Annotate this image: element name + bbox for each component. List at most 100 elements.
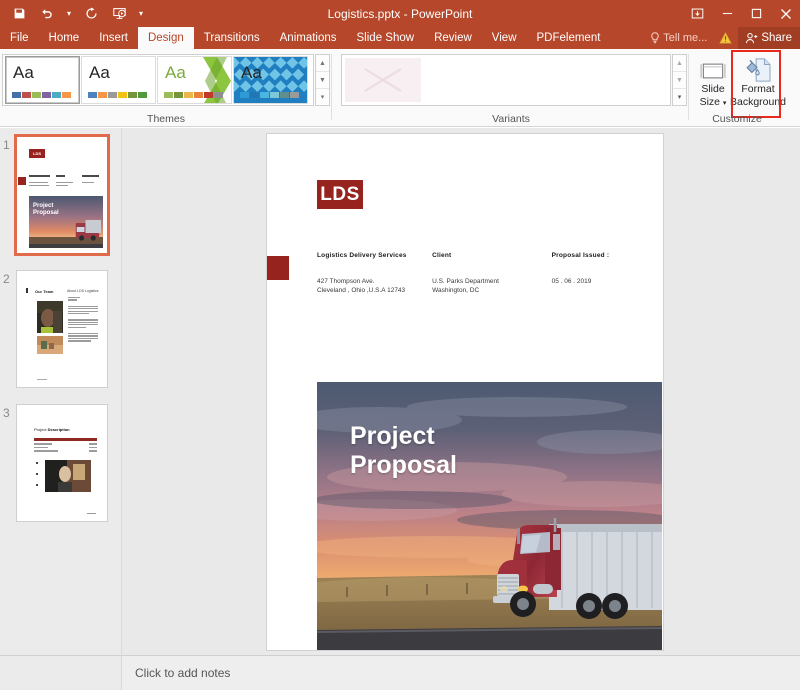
company-address-line2: Cleveland , Ohio ,U.S.A 12743 [317, 286, 432, 295]
notes-pane[interactable]: Click to add notes [122, 655, 800, 690]
slide-size-icon [700, 55, 726, 82]
current-slide[interactable]: LDS Logistics Delivery Services 427 Thom… [266, 133, 664, 651]
theme-office-theme[interactable]: Aa [5, 56, 80, 104]
mini-bullets [36, 462, 38, 495]
undo-icon[interactable] [34, 2, 60, 26]
tab-animations[interactable]: Animations [270, 27, 347, 49]
tab-file[interactable]: File [0, 27, 39, 49]
mini-text-columns [29, 175, 103, 188]
ribbon-group-variants: ▲ ▼ ▾ Variants [333, 49, 689, 127]
slide-thumbnail-pane[interactable]: 1 LDS [0, 128, 122, 655]
tab-view[interactable]: View [482, 27, 527, 49]
tab-insert[interactable]: Insert [89, 27, 138, 49]
mini-subheading: About LDS Logistics [67, 289, 99, 293]
mini-accent-bar [26, 288, 28, 293]
client-heading: Client [432, 252, 552, 259]
company-heading: Logistics Delivery Services [317, 252, 432, 259]
maximize-button[interactable] [742, 0, 771, 27]
tell-me-label: Tell me... [663, 32, 707, 44]
theme-preview-text: Aa [13, 63, 34, 83]
thumbnail-slide-2[interactable]: 2 Our Team About LDS Logistics [0, 270, 121, 392]
thumbnail-number: 3 [3, 406, 10, 420]
company-info-block[interactable]: Logistics Delivery Services 427 Thompson… [317, 252, 432, 295]
client-info-block[interactable]: Client U.S. Parks Department Washington,… [432, 252, 552, 295]
tab-design[interactable]: Design [138, 27, 194, 49]
save-icon[interactable] [6, 2, 32, 26]
mini-photo-bottom [37, 336, 63, 354]
slide-size-label-line1: Slide [701, 84, 724, 95]
variants-gallery-scrollbar[interactable]: ▲ ▼ ▾ [672, 54, 687, 106]
quick-access-toolbar: ▾ ▾ [0, 0, 148, 27]
themes-gallery[interactable]: Aa Aa Aa [2, 54, 314, 106]
warning-icon[interactable] [713, 27, 738, 49]
format-background-icon [744, 55, 772, 82]
mini-heading: Our Team [35, 289, 53, 294]
mini-heading: Project Description [34, 427, 70, 432]
lds-logo[interactable]: LDS [317, 180, 363, 209]
thumbnail-canvas[interactable]: Project Description [16, 404, 108, 522]
ribbon-group-customize: Slide Size ▾ Format Backgrou [690, 49, 784, 127]
variants-scroll-up-button[interactable]: ▲ [673, 55, 686, 72]
thumbnail-slide-3[interactable]: 3 Project Description [0, 404, 121, 526]
proposal-issued-block[interactable]: Proposal Issued : 05 . 06 . 2019 [552, 252, 649, 295]
variant-thumbnail-missing[interactable] [345, 58, 421, 102]
tab-transitions[interactable]: Transitions [194, 27, 270, 49]
thumbnail-canvas[interactable]: LDS [14, 134, 110, 256]
variants-gallery[interactable] [341, 54, 671, 106]
tab-review[interactable]: Review [424, 27, 482, 49]
close-button[interactable] [771, 0, 800, 27]
thumbnail-number: 1 [3, 138, 10, 152]
variants-more-button[interactable]: ▾ [673, 89, 686, 105]
theme-green-theme[interactable]: Aa [157, 56, 232, 104]
mini-body-text [68, 297, 98, 343]
theme-pattern-theme[interactable]: Aa [233, 56, 308, 104]
thumbnail-slide-1[interactable]: 1 LDS [0, 136, 121, 258]
variants-group-label: Variants [333, 113, 689, 125]
mini-photo [45, 460, 91, 492]
format-background-button[interactable]: Format Background [735, 52, 781, 109]
group-divider [331, 54, 332, 120]
tab-slide-show[interactable]: Slide Show [347, 27, 425, 49]
redo-icon[interactable] [78, 2, 104, 26]
powerpoint-window: ▾ ▾ Logistics.pptx - PowerPoint [0, 0, 800, 690]
themes-scroll-up-button[interactable]: ▲ [316, 55, 329, 72]
minimize-button[interactable] [713, 0, 742, 27]
theme-color-swatches [240, 92, 299, 98]
tab-strip-right: Tell me... Share [644, 27, 800, 49]
thumbnail-canvas[interactable]: Our Team About LDS Logistics [16, 270, 108, 388]
theme-preview-text: Aa [165, 63, 186, 83]
tell-me-box[interactable]: Tell me... [644, 27, 713, 49]
variants-scroll-down-button[interactable]: ▼ [673, 72, 686, 89]
mini-logo: LDS [29, 149, 45, 158]
client-name: U.S. Parks Department [432, 277, 552, 286]
tab-pdfelement[interactable]: PDFelement [527, 27, 611, 49]
mini-red-square [18, 177, 26, 185]
client-location: Washington, DC [432, 286, 552, 295]
theme-preview-text: Aa [89, 63, 110, 83]
ribbon-group-themes: Aa Aa Aa [0, 49, 332, 127]
slide-editing-stage: LDS Logistics Delivery Services 427 Thom… [122, 128, 800, 655]
tab-home[interactable]: Home [39, 27, 90, 49]
ribbon-tab-strip: File Home Insert Design Transitions Anim… [0, 27, 800, 49]
undo-dropdown-icon[interactable]: ▾ [62, 2, 76, 26]
slide-hero-image[interactable]: Project Proposal [317, 382, 662, 651]
theme-facet-theme[interactable]: Aa [81, 56, 156, 104]
themes-gallery-scrollbar[interactable]: ▲ ▼ ▾ [315, 54, 330, 106]
mini-footer [37, 379, 47, 380]
slide-size-button[interactable]: Slide Size ▾ [693, 52, 733, 109]
themes-more-button[interactable]: ▾ [316, 89, 329, 105]
mini-slide-image: ProjectProposal [29, 196, 103, 248]
customize-qat-icon[interactable]: ▾ [134, 2, 148, 26]
theme-color-swatches [88, 92, 147, 98]
format-background-label-line2: Background [730, 97, 786, 108]
lds-logo-text: LDS [320, 184, 360, 206]
slide-title[interactable]: Project Proposal [350, 422, 457, 480]
ribbon-display-options-icon[interactable] [681, 0, 713, 27]
themes-scroll-down-button[interactable]: ▼ [316, 72, 329, 89]
start-presentation-icon[interactable] [106, 2, 132, 26]
slide-info-columns: Logistics Delivery Services 427 Thompson… [317, 252, 649, 295]
title-bar: ▾ ▾ Logistics.pptx - PowerPoint [0, 0, 800, 27]
share-button[interactable]: Share [738, 27, 800, 49]
thumbnail-number: 2 [3, 272, 10, 286]
proposal-issued-date: 05 . 06 . 2019 [552, 277, 649, 286]
